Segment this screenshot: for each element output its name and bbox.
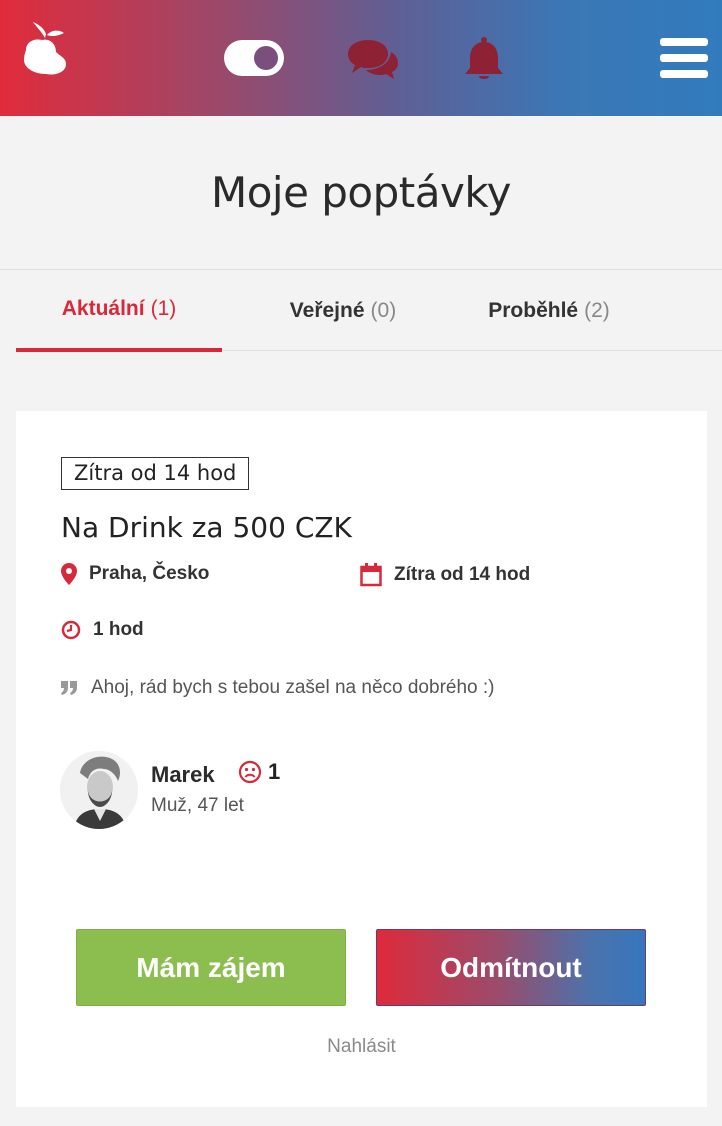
tab-label: Aktuální (61, 297, 145, 320)
time-badge: Zítra od 14 hod (61, 457, 250, 490)
page-title: Moje poptávky (210, 168, 512, 217)
message: Ahoj, rád bych s tebou zašel na něco dob… (61, 677, 494, 699)
request-title: Na Drink za 500 CZK (61, 511, 352, 544)
tab-label: Veřejné (289, 298, 365, 322)
location-info: Praha, Česko (61, 563, 209, 585)
chat-bubbles-icon[interactable] (346, 36, 400, 82)
reject-button[interactable]: Odmítnout (376, 929, 646, 1006)
tab-label: Proběhlé (488, 298, 579, 322)
bell-icon[interactable] (462, 36, 506, 82)
duration-text: 1 hod (93, 619, 144, 640)
user-subtitle: Muž, 47 let (151, 795, 244, 816)
date-text: Zítra od 14 hod (394, 564, 531, 585)
request-card: Zítra od 14 hod Na Drink za 500 CZK Prah… (16, 411, 707, 1107)
tab-probehle[interactable]: Proběhlé (2) (446, 270, 652, 351)
rating-value: 1 (268, 759, 281, 784)
quote-icon (61, 681, 77, 695)
map-pin-icon (61, 563, 77, 585)
pear-logo-icon[interactable] (20, 20, 70, 80)
report-link[interactable]: Nahlásit (16, 1036, 707, 1058)
tab-aktualni[interactable]: Aktuální (1) (16, 270, 222, 352)
hamburger-menu-icon[interactable] (660, 38, 708, 78)
location-text: Praha, Česko (89, 563, 210, 584)
duration-info: 1 hod (61, 619, 144, 641)
tab-count: (2) (584, 298, 610, 322)
app-header (0, 0, 722, 116)
tab-verejne[interactable]: Veřejné (0) (240, 270, 446, 351)
accept-button[interactable]: Mám zájem (76, 929, 346, 1006)
avatar[interactable] (60, 751, 138, 829)
tab-count: (0) (370, 298, 397, 322)
tab-bar: Aktuální (1) Veřejné (0) Proběhlé (2) (16, 270, 722, 352)
tab-count: (1) (150, 297, 177, 320)
calendar-icon (360, 563, 382, 587)
title-section: Moje poptávky (0, 116, 722, 270)
message-text: Ahoj, rád bych s tebou zašel na něco dob… (91, 677, 495, 698)
sad-face-icon (238, 760, 262, 784)
toggle-icon[interactable] (224, 40, 284, 76)
user-name[interactable]: Marek (151, 762, 215, 788)
clock-icon (61, 620, 81, 640)
user-rating: 1 (238, 759, 280, 785)
date-info: Zítra od 14 hod (360, 563, 530, 587)
